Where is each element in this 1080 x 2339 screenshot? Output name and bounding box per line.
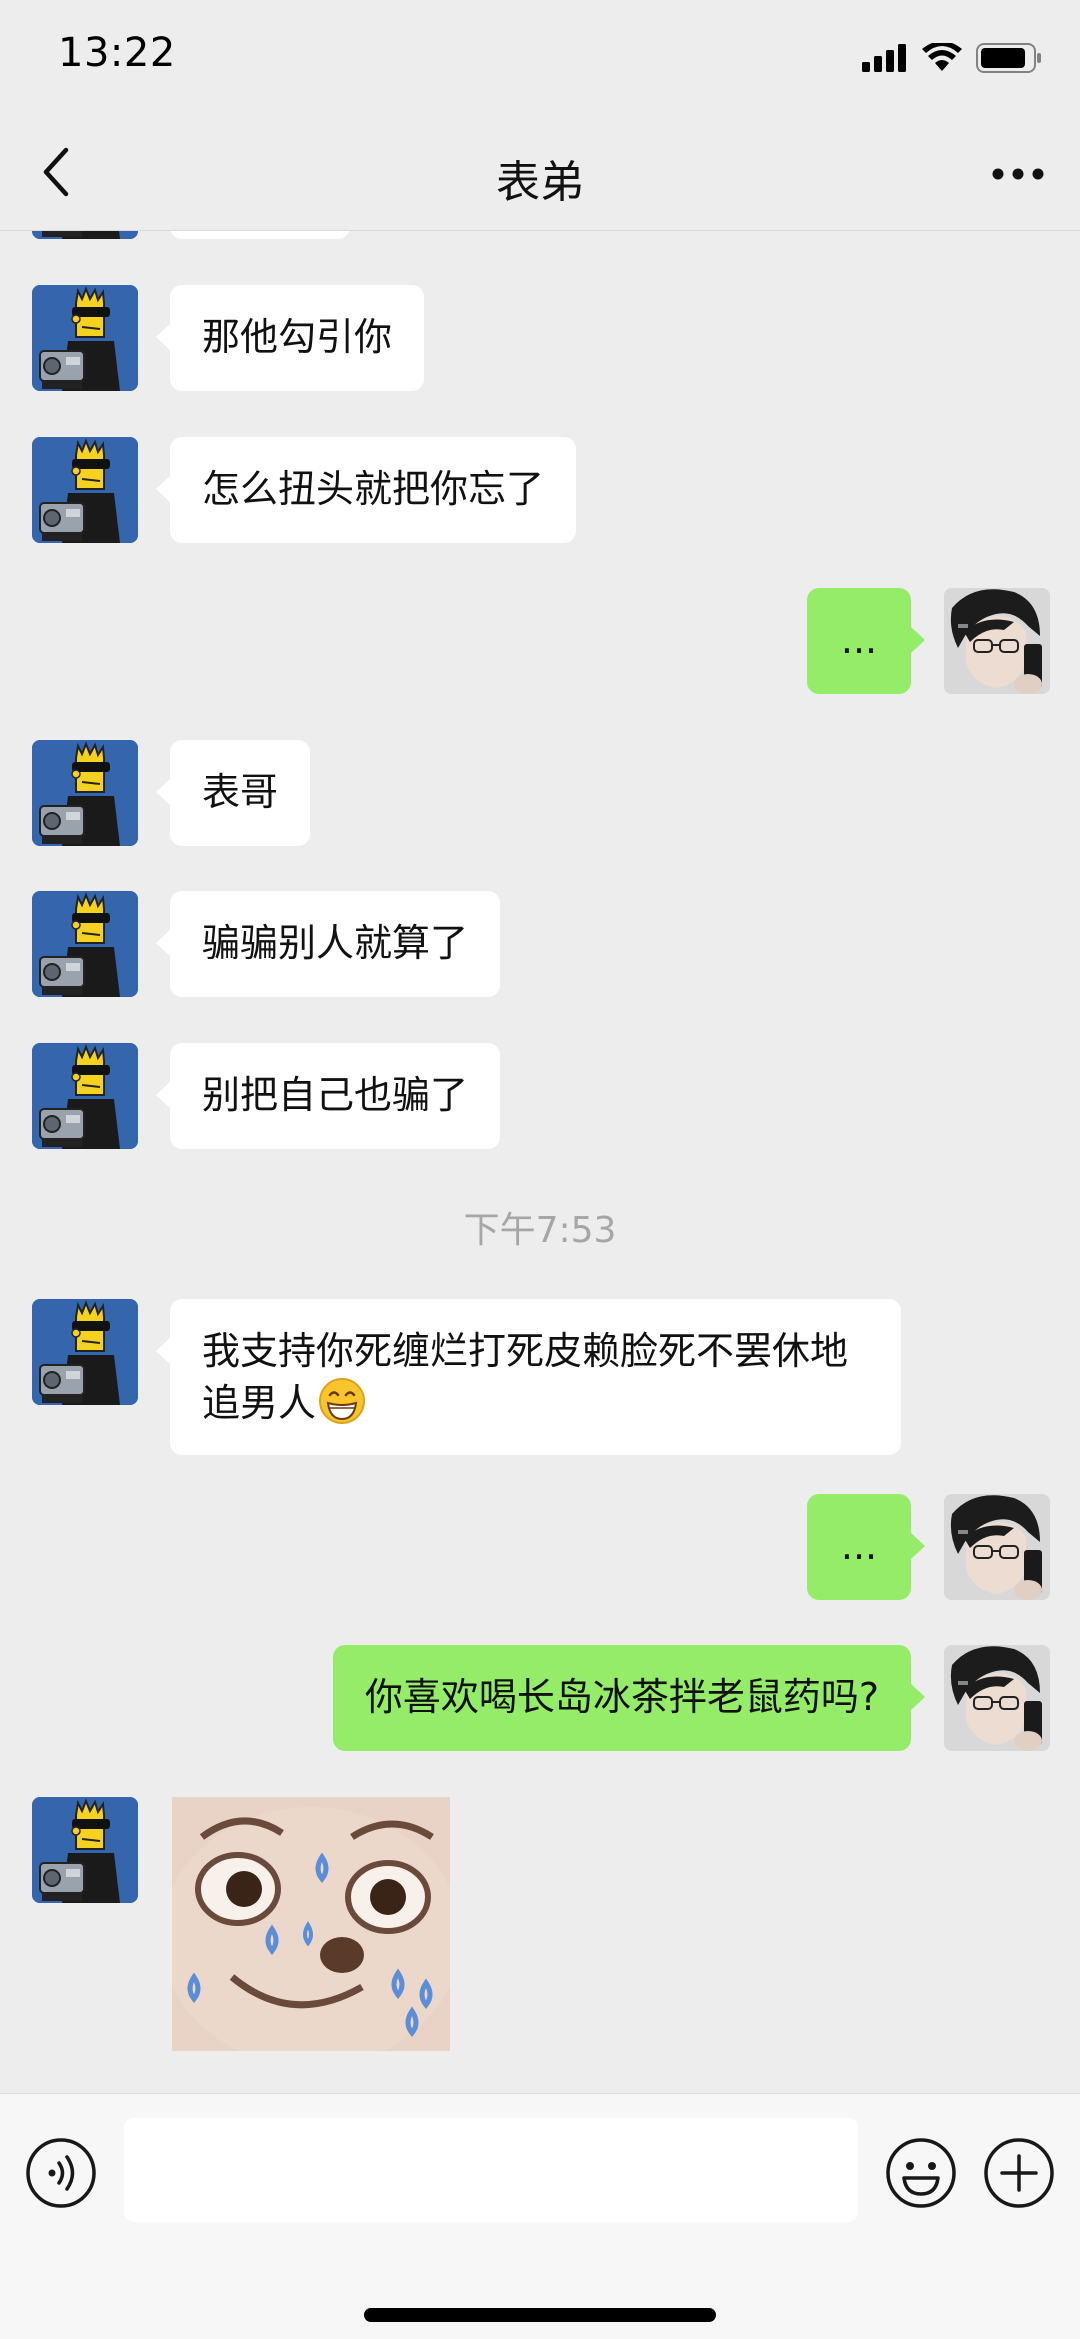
message-bubble[interactable]: 别把自己也骗了: [155, 1043, 501, 1149]
contact-avatar[interactable]: [32, 1043, 138, 1149]
message-text: ...: [840, 618, 878, 662]
contact-avatar[interactable]: [32, 1797, 138, 1903]
wifi-icon: [922, 41, 962, 77]
voice-icon: [24, 2138, 98, 2214]
more-actions-button[interactable]: [982, 2136, 1056, 2210]
emoji-icon: [884, 2138, 958, 2214]
message-text: 你喜欢喝长岛冰茶拌老鼠药吗?: [364, 1675, 879, 1719]
emoji-button[interactable]: [884, 2136, 958, 2210]
status-bar: 13:22: [0, 0, 1080, 118]
chat-header: 表弟: [0, 118, 1080, 231]
sweating-face-sticker[interactable]: [172, 1797, 450, 2051]
message-list[interactable]: 那他勾引你 怎么扭头就把你忘了 ... 表哥 骗骗别人就算了 别把自己也骗了 下…: [0, 231, 1080, 2093]
message-bubble[interactable]: 你喜欢喝长岛冰茶拌老鼠药吗?: [332, 1645, 926, 1751]
timestamp-divider: 下午7:53: [463, 1210, 617, 1251]
chat-title: 表弟: [496, 157, 584, 208]
cellular-signal-icon: [862, 44, 908, 76]
message-text: 别把自己也骗了: [202, 1073, 469, 1117]
message-bubble[interactable]: ...: [807, 1494, 925, 1600]
message-text: 那他勾引你: [202, 315, 393, 359]
status-icons: [862, 40, 1042, 80]
contact-avatar[interactable]: [32, 231, 138, 239]
contact-avatar[interactable]: [32, 740, 138, 846]
message-text: 怎么扭头就把你忘了: [202, 467, 545, 511]
my-avatar[interactable]: [944, 588, 1050, 694]
message-text-line-2: 追男人: [202, 1381, 317, 1425]
voice-button[interactable]: [24, 2136, 98, 2210]
grin-emoji: [318, 1377, 366, 1425]
message-input[interactable]: [124, 2118, 858, 2222]
status-time: 13:22: [58, 30, 176, 76]
message-bubble[interactable]: [170, 231, 350, 239]
message-bubble[interactable]: 那他勾引你: [155, 285, 425, 391]
contact-avatar[interactable]: [32, 285, 138, 391]
contact-avatar[interactable]: [32, 1299, 138, 1405]
input-bar: [0, 2093, 1080, 2339]
message-bubble[interactable]: 我支持你死缠烂打死皮赖脸死不罢休地 追男人: [156, 1299, 901, 1455]
home-indicator: [364, 2308, 716, 2322]
battery-icon: [976, 43, 1042, 77]
message-text: 骗骗别人就算了: [202, 921, 469, 965]
contact-avatar[interactable]: [32, 437, 138, 543]
contact-avatar[interactable]: [32, 891, 138, 997]
my-avatar[interactable]: [944, 1494, 1050, 1600]
message-bubble[interactable]: 骗骗别人就算了: [155, 891, 501, 997]
plus-icon: [982, 2138, 1056, 2214]
message-bubble[interactable]: 怎么扭头就把你忘了: [155, 437, 577, 543]
message-text: ...: [840, 1524, 878, 1568]
message-text: 表哥: [202, 770, 279, 814]
message-bubble[interactable]: ...: [807, 588, 925, 694]
ellipsis-icon: [992, 165, 1044, 184]
my-avatar[interactable]: [944, 1645, 1050, 1751]
message-bubble[interactable]: 表哥: [155, 740, 311, 846]
message-text-line-1: 我支持你死缠烂打死皮赖脸死不罢休地: [202, 1329, 849, 1373]
more-button[interactable]: [982, 146, 1054, 202]
